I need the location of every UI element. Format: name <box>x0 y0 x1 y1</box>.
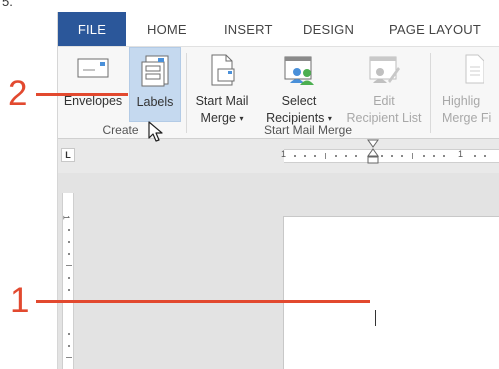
tab-design[interactable]: DESIGN <box>303 12 354 46</box>
group-separator <box>186 53 187 133</box>
ribbon-tabs: FILE HOME INSERT DESIGN PAGE LAYOUT <box>58 12 499 46</box>
envelopes-label: Envelopes <box>63 94 123 108</box>
chevron-down-icon: ▾ <box>327 114 332 124</box>
labels-icon <box>139 54 171 91</box>
ruler-number: 1 <box>61 215 71 220</box>
select-recipients-line1: Select <box>281 94 317 108</box>
chevron-down-icon: ▾ <box>239 114 244 124</box>
tab-home[interactable]: HOME <box>147 12 187 46</box>
tab-page-layout[interactable]: PAGE LAYOUT <box>389 12 481 46</box>
select-recipients-button[interactable]: Select Recipients ▾ <box>259 47 339 125</box>
highlight-merge-fields-line2: Merge Fi <box>442 111 492 125</box>
highlight-icon <box>464 53 485 90</box>
ruler-number: 1 <box>281 149 287 159</box>
start-mail-merge-button[interactable]: Start Mail Merge ▾ <box>189 47 255 125</box>
tab-file[interactable]: FILE <box>58 12 126 46</box>
word-window: FILE HOME INSERT DESIGN PAGE LAYOUT Enve… <box>57 12 499 369</box>
start-mail-merge-line1: Start Mail <box>195 94 249 108</box>
highlight-merge-fields-line1: Highlig <box>442 94 481 108</box>
edit-recipient-list-button[interactable]: Edit Recipient List <box>341 47 427 125</box>
ruler-number: 1 <box>458 149 464 159</box>
edit-recipients-icon <box>366 53 402 90</box>
callout-line-1 <box>36 300 370 303</box>
mouse-pointer-icon <box>148 121 164 148</box>
tab-insert[interactable]: INSERT <box>224 12 273 46</box>
envelope-icon <box>75 53 111 84</box>
document-mail-icon <box>206 53 238 90</box>
labels-button[interactable]: Labels <box>129 47 181 122</box>
text-cursor <box>375 310 376 326</box>
envelopes-button[interactable]: Envelopes <box>60 47 126 122</box>
vertical-ruler[interactable]: 1 <box>62 193 74 369</box>
document-area: 1 <box>58 173 499 369</box>
labels-label: Labels <box>136 95 174 109</box>
tab-selector[interactable]: L <box>61 148 75 162</box>
callout-number-1: 1 <box>10 281 30 320</box>
group-label-start-mail-merge: Start Mail Merge <box>263 123 353 137</box>
group-separator <box>430 53 431 133</box>
horizontal-ruler[interactable]: 1 1 <box>281 149 499 163</box>
page-number: 5. <box>2 0 13 9</box>
edit-recipient-list-line1: Edit <box>373 94 395 108</box>
callout-number-2: 2 <box>8 74 28 113</box>
highlight-merge-fields-button[interactable]: Highlig Merge Fi <box>438 47 499 125</box>
ruler-bar: L 1 1 <box>58 139 499 173</box>
document-page[interactable] <box>283 216 499 369</box>
recipients-icon <box>281 53 317 90</box>
callout-line-2 <box>36 93 128 96</box>
